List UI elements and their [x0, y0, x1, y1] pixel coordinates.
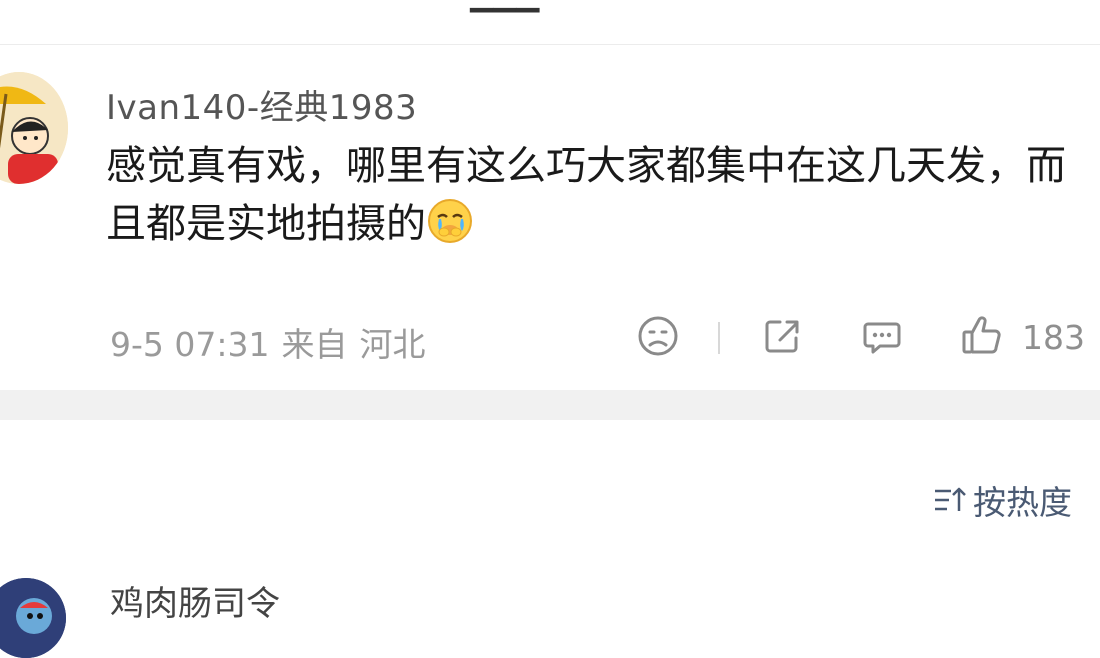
comment-card: Ivan140-经典1983 感觉真有戏，哪里有这么巧大家都集中在这几天发，而且… — [0, 44, 1100, 390]
avatar-image — [0, 72, 68, 184]
sad-face-icon[interactable] — [634, 312, 682, 360]
crying-face-emoji-icon — [428, 199, 472, 243]
comment-username[interactable]: 鸡肉肠司令 — [110, 576, 280, 625]
thumbs-up-icon[interactable] — [958, 312, 1006, 360]
comment-icon[interactable] — [858, 312, 906, 360]
comment-actions: 183 — [0, 312, 1100, 360]
comment-body: 感觉真有戏，哪里有这么巧大家都集中在这几天发，而且都是实地拍摄的 — [106, 143, 1066, 247]
sort-icon — [935, 487, 966, 511]
top-bar-clipped-text: ▁▁▁ — [470, 0, 539, 13]
share-icon[interactable] — [758, 312, 806, 360]
avatar-image — [0, 578, 66, 658]
sort-label: 按热度 — [973, 483, 1072, 522]
avatar[interactable] — [0, 72, 68, 184]
action-divider — [718, 322, 720, 354]
like-count: 183 — [1022, 318, 1085, 357]
section-separator — [0, 390, 1100, 420]
comment-username[interactable]: Ivan140-经典1983 — [106, 80, 417, 129]
top-bar: ▁▁▁ — [0, 0, 1100, 45]
avatar[interactable] — [0, 578, 66, 658]
comment-text: 感觉真有戏，哪里有这么巧大家都集中在这几天发，而且都是实地拍摄的 — [106, 137, 1066, 253]
sort-button[interactable]: 按热度 — [933, 476, 1072, 524]
